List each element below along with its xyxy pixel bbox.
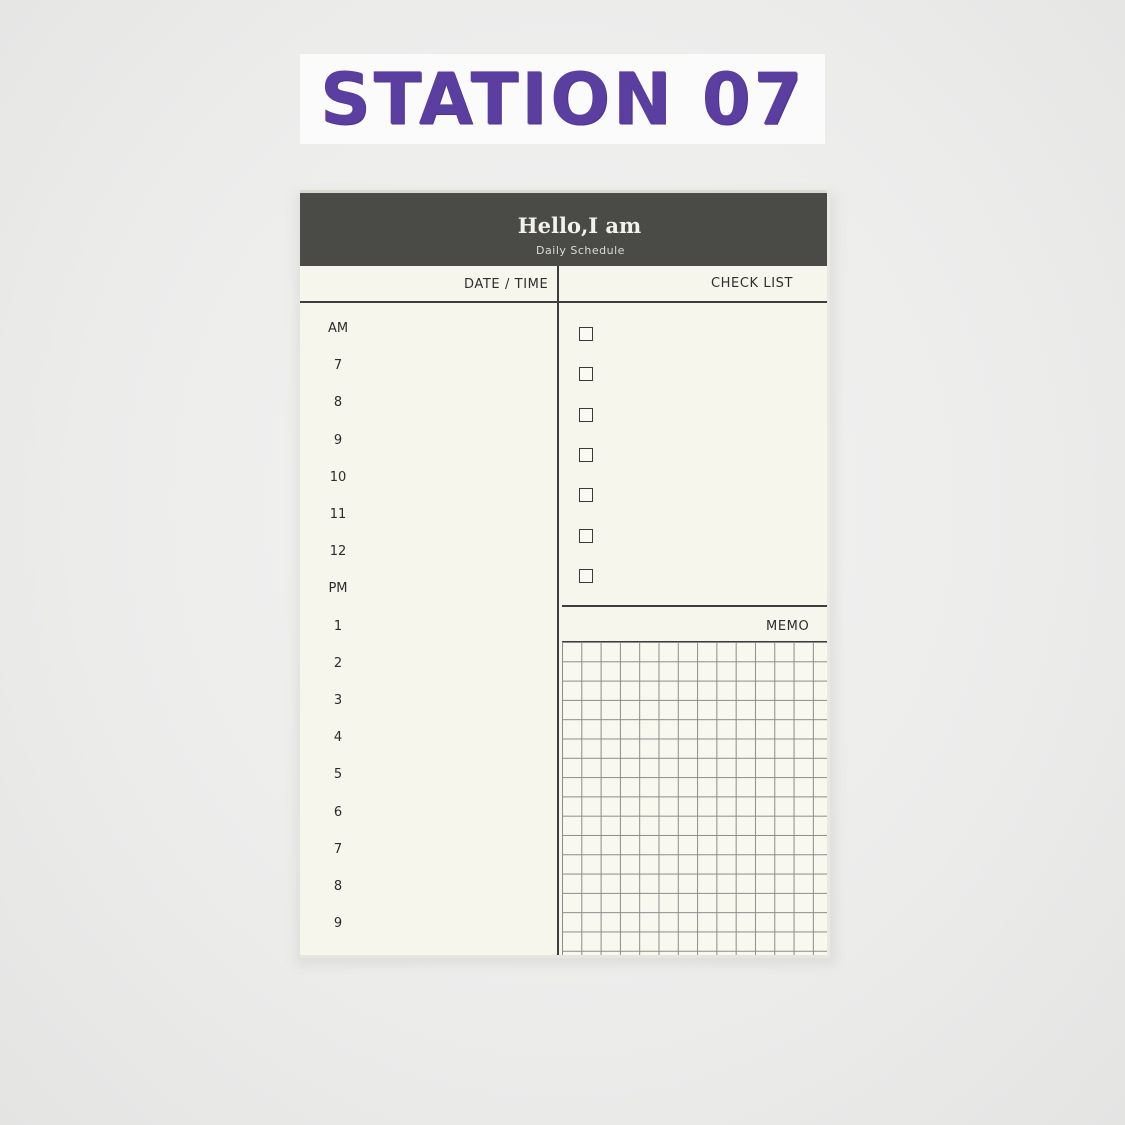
checklist-checkbox[interactable] — [579, 407, 593, 422]
memo-divider-line-top — [562, 605, 827, 607]
notepad-title: Hello,I am — [517, 213, 642, 238]
header-divider-line — [300, 301, 827, 303]
brand-logo-text: STATION 07 — [319, 57, 806, 141]
checklist-heading: CHECK LIST — [711, 276, 794, 291]
hour-label: 9 — [333, 916, 343, 932]
hour-label: 8 — [333, 395, 343, 411]
hour-label: AM — [327, 321, 349, 336]
hour-label: 10 — [329, 469, 347, 485]
hour-label: 8 — [333, 879, 343, 894]
hour-label: 7 — [333, 841, 343, 857]
hour-label: 2 — [333, 655, 343, 671]
date-time-heading: DATE / TIME — [464, 277, 549, 292]
memo-grid — [562, 642, 827, 955]
notepad-subtitle: Daily Schedule — [536, 244, 625, 257]
hour-label: 7 — [333, 358, 343, 374]
hour-label: 11 — [329, 507, 347, 522]
notepad: Hello,I am Daily Schedule DATE / TIME CH… — [300, 190, 830, 958]
hour-label: 1 — [333, 618, 343, 634]
checklist-checkbox[interactable] — [579, 447, 593, 462]
hour-label: 5 — [333, 767, 343, 783]
checklist-checkbox[interactable] — [579, 568, 593, 583]
hour-label: 3 — [333, 693, 343, 708]
checklist-checkbox[interactable] — [579, 528, 593, 543]
column-divider-line — [557, 266, 559, 955]
hour-label: 4 — [333, 730, 343, 746]
hour-label: 12 — [329, 544, 347, 560]
hour-label: 6 — [333, 804, 343, 820]
checklist-checkbox[interactable] — [579, 327, 593, 341]
memo-heading: MEMO — [766, 619, 810, 634]
notepad-header: Hello,I am Daily Schedule — [300, 190, 827, 266]
hour-label: 9 — [333, 432, 343, 448]
brand-banner: STATION 07 — [300, 54, 825, 144]
checklist-checkbox[interactable] — [579, 488, 593, 503]
hour-label: PM — [328, 581, 348, 597]
checklist-checkbox[interactable] — [579, 367, 593, 382]
